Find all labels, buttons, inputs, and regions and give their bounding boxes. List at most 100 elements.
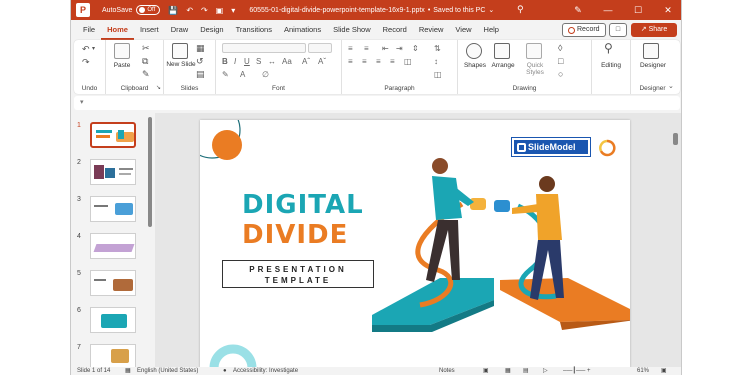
undo-quick-icon[interactable]: ↶: [186, 6, 193, 15]
fit-slide-icon[interactable]: ▣: [661, 367, 667, 375]
strip-expand-icon[interactable]: ▾: [80, 99, 84, 106]
notes-button[interactable]: Notes: [439, 367, 455, 375]
slide-title-line-2[interactable]: DIVIDE: [242, 220, 348, 250]
editing-label[interactable]: Editing: [594, 62, 628, 69]
find-icon[interactable]: ⚲: [604, 42, 613, 54]
italic-icon[interactable]: I: [234, 57, 236, 66]
new-slide-icon[interactable]: [172, 43, 188, 59]
designer-icon[interactable]: [643, 43, 659, 59]
ribbon-display-icon[interactable]: ✎: [563, 0, 593, 20]
thumbnail-3[interactable]: 3: [77, 196, 147, 226]
tab-draw[interactable]: Draw: [165, 20, 195, 40]
undo-dropdown-icon[interactable]: ▾: [92, 44, 95, 54]
designer-label[interactable]: Designer: [633, 62, 673, 69]
highlight-icon[interactable]: ✎: [222, 70, 229, 79]
align-center-icon[interactable]: ≡: [362, 57, 367, 66]
thumbnails-scrollbar[interactable]: [148, 117, 152, 227]
undo-icon[interactable]: ↶: [82, 44, 90, 54]
maximize-icon[interactable]: ☐: [623, 0, 653, 20]
line-spacing-icon[interactable]: ⇕: [412, 44, 419, 53]
smartart-icon[interactable]: ◫: [434, 70, 442, 79]
thumb-image[interactable]: [90, 344, 136, 368]
text-direction-icon[interactable]: ⇅: [434, 44, 441, 53]
tab-view[interactable]: View: [449, 20, 477, 40]
shape-outline-icon[interactable]: □: [558, 56, 563, 66]
tab-insert[interactable]: Insert: [134, 20, 165, 40]
new-slide-label[interactable]: New Slide: [166, 61, 196, 68]
tab-home[interactable]: Home: [101, 20, 134, 40]
close-icon[interactable]: ✕: [653, 0, 681, 20]
font-family-dropdown[interactable]: [222, 43, 306, 53]
tab-help[interactable]: Help: [478, 20, 505, 40]
search-icon[interactable]: ⚲: [517, 4, 524, 15]
zoom-slider[interactable]: –—┃—– +: [563, 367, 590, 375]
tab-record[interactable]: Record: [377, 20, 413, 40]
shapes-label[interactable]: Shapes: [460, 62, 490, 69]
slide-subtitle-box[interactable]: PRESENTATION TEMPLATE: [222, 260, 374, 288]
shape-effects-icon[interactable]: ○: [558, 69, 563, 79]
align-text-icon[interactable]: ↕: [434, 57, 438, 66]
section-icon[interactable]: ▤: [196, 69, 205, 79]
customize-toolbar-icon[interactable]: ▾: [231, 6, 235, 15]
save-status[interactable]: Saved to this PC: [433, 7, 485, 14]
copy-icon[interactable]: ⧉: [142, 56, 148, 66]
slide-sorter-icon[interactable]: ▦: [505, 367, 511, 375]
shapes-icon[interactable]: [466, 43, 482, 59]
thumbnail-5[interactable]: 5: [77, 270, 147, 300]
layout-icon[interactable]: ▦: [196, 43, 205, 53]
thumbnail-2[interactable]: 2: [77, 159, 147, 189]
thumb-image[interactable]: [90, 196, 136, 222]
record-button[interactable]: Record: [562, 23, 606, 37]
columns-icon[interactable]: ◫: [404, 57, 412, 66]
language-status[interactable]: English (United States): [137, 367, 198, 375]
tab-slide-show[interactable]: Slide Show: [327, 20, 377, 40]
numbering-icon[interactable]: ≡: [364, 44, 369, 53]
strikethrough-icon[interactable]: S: [256, 57, 261, 66]
align-left-icon[interactable]: ≡: [348, 57, 353, 66]
thumb-image[interactable]: [90, 233, 136, 259]
thumbnail-4[interactable]: 4: [77, 233, 147, 263]
clipboard-launcher-icon[interactable]: ↘: [156, 83, 161, 93]
paste-icon[interactable]: [114, 43, 130, 59]
paste-label[interactable]: Paste: [110, 62, 134, 69]
thumb-image[interactable]: [90, 270, 136, 296]
reading-view-icon[interactable]: ▤: [523, 367, 529, 375]
thumb-image[interactable]: [90, 307, 136, 333]
decrease-indent-icon[interactable]: ⇤: [382, 44, 389, 53]
editor-scrollbar[interactable]: [673, 133, 678, 145]
cut-icon[interactable]: ✂: [142, 43, 150, 53]
share-button[interactable]: ↗ Share: [631, 23, 677, 37]
thumb-image[interactable]: [90, 159, 136, 185]
zoom-level[interactable]: 61%: [637, 367, 649, 375]
clear-format-icon[interactable]: ∅: [262, 70, 269, 79]
slide-count[interactable]: Slide 1 of 14: [77, 367, 110, 375]
comments-button[interactable]: □: [609, 23, 627, 37]
accessibility-icon[interactable]: ●: [223, 367, 227, 375]
accessibility-status[interactable]: Accessibility: Investigate: [233, 367, 298, 375]
change-case-icon[interactable]: Aa: [282, 57, 292, 66]
redo-icon[interactable]: ↷: [82, 57, 90, 67]
font-size-dropdown[interactable]: [308, 43, 332, 53]
redo-quick-icon[interactable]: ↷: [201, 6, 208, 15]
increase-indent-icon[interactable]: ⇥: [396, 44, 403, 53]
bold-icon[interactable]: B: [222, 57, 228, 66]
font-color-icon[interactable]: A: [240, 70, 245, 79]
justify-icon[interactable]: ≡: [390, 57, 395, 66]
reset-icon[interactable]: ↺: [196, 56, 204, 66]
tab-animations[interactable]: Animations: [278, 20, 327, 40]
minimize-icon[interactable]: —: [593, 0, 623, 20]
tab-design[interactable]: Design: [194, 20, 229, 40]
spelling-icon[interactable]: ▦: [125, 367, 131, 375]
autosave-toggle[interactable]: Off: [136, 5, 161, 15]
shape-fill-icon[interactable]: ◊: [558, 43, 562, 53]
shrink-font-icon[interactable]: Aˇ: [318, 57, 326, 66]
char-spacing-icon[interactable]: ↔: [268, 57, 276, 66]
present-icon[interactable]: ▣: [216, 6, 224, 15]
tab-transitions[interactable]: Transitions: [230, 20, 278, 40]
grow-font-icon[interactable]: Aˆ: [302, 57, 310, 66]
collapse-ribbon-icon[interactable]: ⌄: [668, 82, 674, 92]
format-painter-icon[interactable]: ✎: [142, 69, 150, 79]
quick-styles-icon[interactable]: [526, 43, 542, 59]
tab-file[interactable]: File: [77, 20, 101, 40]
tab-review[interactable]: Review: [413, 20, 450, 40]
